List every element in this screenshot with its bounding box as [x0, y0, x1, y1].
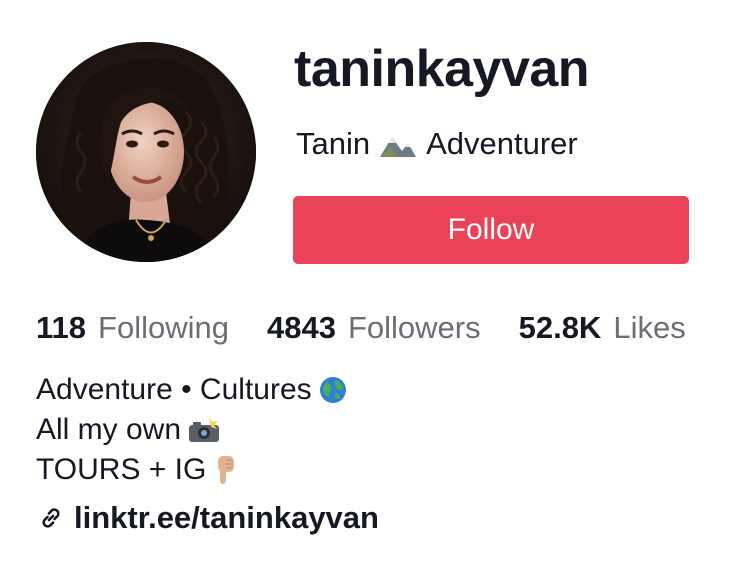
- bio-line-3: TOURS + IG: [36, 450, 348, 490]
- stats-row: 118 Following 4843 Followers 52.8K Likes: [36, 308, 736, 348]
- follow-button[interactable]: Follow: [293, 196, 689, 264]
- camera-flash-icon: [187, 416, 221, 444]
- bio-line-1: Adventure • Cultures: [36, 370, 348, 410]
- display-name: Tanin Adventurer: [296, 125, 578, 162]
- following-count: 118: [36, 310, 87, 345]
- bio: Adventure • Cultures All my own TOURS + …: [36, 370, 348, 490]
- bio-line-1-text: Adventure • Cultures: [36, 373, 312, 406]
- stat-likes: 52.8K Likes: [519, 308, 686, 348]
- link-icon: [38, 505, 64, 531]
- likes-label: Likes: [613, 310, 686, 345]
- bio-line-2-text: All my own: [36, 413, 182, 446]
- username: taninkayvan: [294, 40, 590, 98]
- avatar[interactable]: [36, 42, 256, 262]
- following-label: Following: [98, 310, 229, 345]
- stat-followers[interactable]: 4843 Followers: [267, 308, 481, 348]
- likes-count: 52.8K: [518, 310, 602, 345]
- display-name-first: Tanin: [296, 126, 371, 161]
- profile-header: taninkayvan Tanin Adventurer Follow 118 …: [0, 0, 750, 564]
- stat-following[interactable]: 118 Following: [36, 308, 229, 348]
- display-name-rest: Adventurer: [426, 126, 578, 161]
- followers-count: 4843: [266, 310, 336, 345]
- bio-link[interactable]: linktr.ee/taninkayvan: [38, 500, 379, 536]
- mountain-icon: [378, 129, 418, 159]
- bio-link-text: linktr.ee/taninkayvan: [74, 500, 379, 535]
- followers-label: Followers: [347, 310, 481, 345]
- bio-line-3-text: TOURS + IG: [36, 453, 207, 486]
- bio-line-2: All my own: [36, 410, 348, 450]
- globe-icon: [318, 375, 348, 405]
- pointing-down-icon: [212, 454, 238, 486]
